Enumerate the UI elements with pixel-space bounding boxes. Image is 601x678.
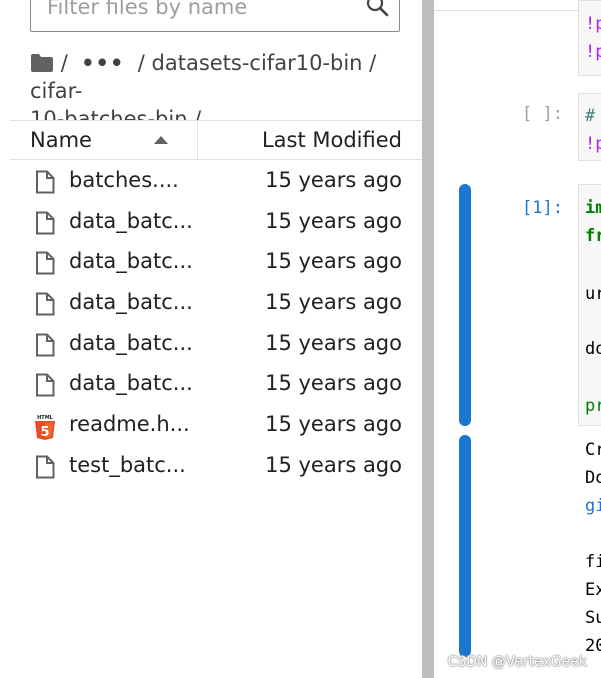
column-divider[interactable] xyxy=(197,121,198,159)
filter-placeholder: Filter files by name xyxy=(47,0,248,19)
code-cell-input[interactable] xyxy=(578,184,601,426)
file-row[interactable]: test_batc... 15 years ago xyxy=(10,447,422,488)
code-builtin: pr xyxy=(585,396,601,416)
file-row[interactable]: data_batc... 15 years ago xyxy=(10,284,422,325)
file-icon xyxy=(34,211,56,239)
cell-prompt: [1]: xyxy=(522,198,563,218)
code-cell-input[interactable] xyxy=(578,0,601,76)
file-name: test_batc... xyxy=(69,452,186,477)
code-keyword: im xyxy=(585,198,601,218)
file-icon xyxy=(34,373,56,401)
file-name: batches.... xyxy=(69,168,179,192)
file-icon xyxy=(34,251,56,279)
file-name: data_batc... xyxy=(69,290,193,315)
code-line: ur xyxy=(585,284,601,304)
svg-text:HTML: HTML xyxy=(37,415,54,421)
notebook-toolbar-edge xyxy=(434,0,601,11)
svg-text:5: 5 xyxy=(40,425,49,440)
cell-selection-bar[interactable] xyxy=(459,184,471,426)
output-line: 20 xyxy=(585,636,601,656)
file-modified: 15 years ago xyxy=(265,249,402,274)
file-modified: 15 years ago xyxy=(265,208,402,233)
file-row[interactable]: data_batc... 15 years ago xyxy=(10,325,422,366)
column-header-last-modified[interactable]: Last Modified xyxy=(262,128,402,152)
file-name: data_batc... xyxy=(69,208,193,233)
file-icon xyxy=(34,333,56,361)
file-list: batches.... 15 years ago data_batc... 15 ye… xyxy=(10,162,422,488)
file-icon xyxy=(34,292,56,320)
file-list-header: Name Last Modified xyxy=(10,120,422,160)
file-modified: 15 years ago xyxy=(265,290,402,315)
notebook-panel: !p !p [ ]: # !p [1]: im fr ur do pr Cr D… xyxy=(434,0,601,678)
code-line: do xyxy=(585,339,601,359)
code-line: !p xyxy=(585,14,601,34)
breadcrumb-ellipsis[interactable]: ••• xyxy=(81,51,124,75)
filter-files-input[interactable]: Filter files by name xyxy=(30,0,400,32)
file-modified: 15 years ago xyxy=(265,330,402,355)
output-line: fi xyxy=(585,552,601,572)
file-row[interactable]: HTML 5 readme.h... 15 years ago xyxy=(10,406,422,447)
file-row[interactable]: data_batc... 15 years ago xyxy=(10,365,422,406)
code-line: !p xyxy=(585,42,601,62)
file-row[interactable]: data_batc... 15 years ago xyxy=(10,203,422,244)
file-modified: 15 years ago xyxy=(265,412,402,437)
code-keyword: fr xyxy=(585,226,601,246)
file-modified: 15 years ago xyxy=(265,452,402,477)
code-line: !p xyxy=(585,134,601,154)
watermark: CSDN @VertexGeek xyxy=(447,654,587,670)
file-modified: 15 years ago xyxy=(265,371,402,396)
file-modified: 15 years ago xyxy=(265,168,402,192)
file-name: readme.h... xyxy=(69,412,190,437)
file-row[interactable]: batches.... 15 years ago xyxy=(10,162,422,203)
file-name: data_batc... xyxy=(69,249,193,274)
html5-icon: HTML 5 xyxy=(34,414,56,444)
panel-splitter[interactable] xyxy=(422,0,434,678)
sort-ascending-icon[interactable] xyxy=(154,136,168,144)
file-browser-panel: Filter files by name / ••• / datasets-ci… xyxy=(0,0,422,678)
cell-prompt: [ ]: xyxy=(522,104,563,124)
output-collapse-bar[interactable] xyxy=(459,435,471,657)
column-header-name[interactable]: Name xyxy=(30,128,92,152)
output-line: Do xyxy=(585,468,601,488)
code-comment: # xyxy=(585,106,596,126)
output-link[interactable]: gi xyxy=(585,496,601,516)
file-name: data_batc... xyxy=(69,371,193,396)
file-name: data_batc... xyxy=(69,330,193,355)
output-line: Ex xyxy=(585,580,601,600)
file-icon xyxy=(34,170,56,198)
search-icon xyxy=(366,0,389,17)
breadcrumb-root[interactable]: / xyxy=(61,51,68,75)
folder-icon[interactable] xyxy=(30,53,54,73)
file-row[interactable]: data_batc... 15 years ago xyxy=(10,243,422,284)
output-line: Su xyxy=(585,608,601,628)
output-line: Cr xyxy=(585,440,601,460)
file-icon xyxy=(34,455,56,483)
